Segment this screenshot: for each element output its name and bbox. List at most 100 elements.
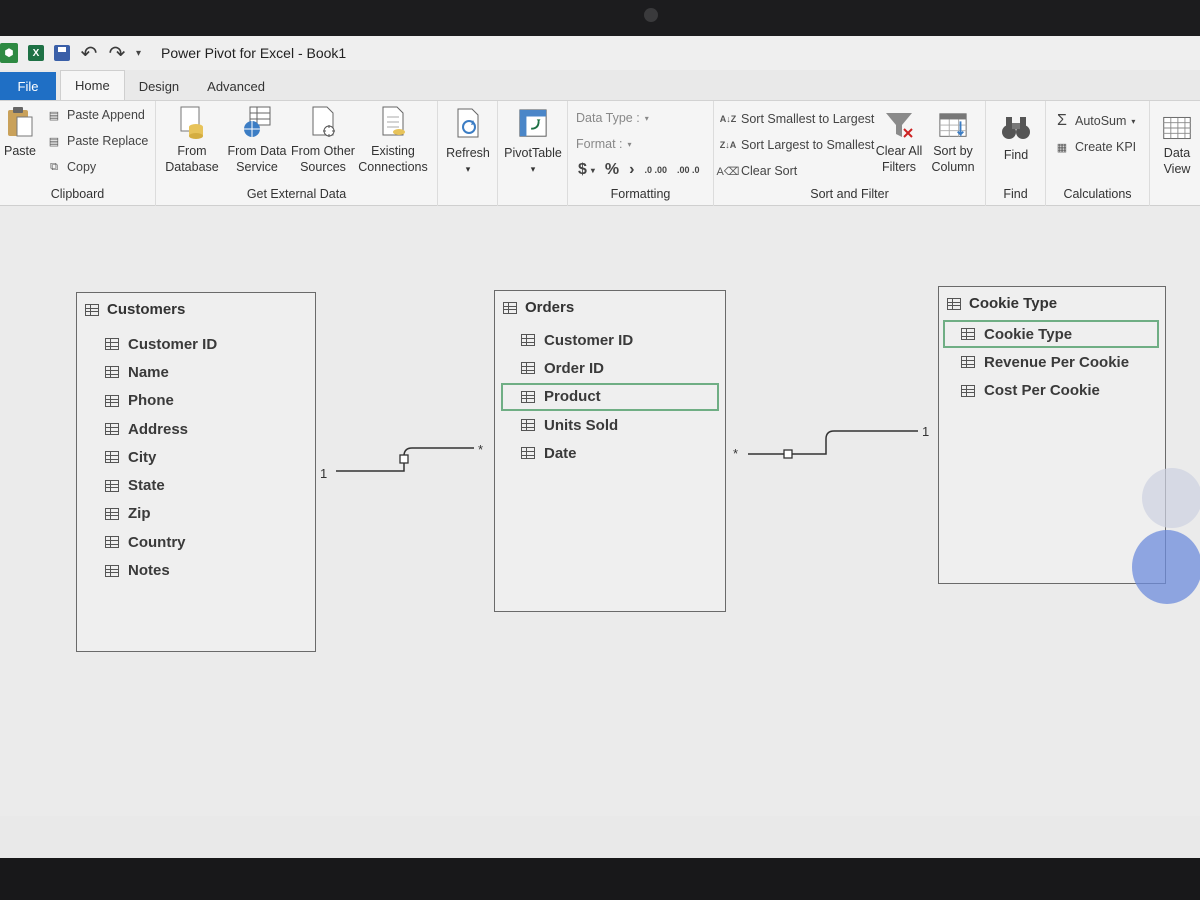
orders-table-title[interactable]: Orders bbox=[495, 291, 725, 316]
field-customer-id[interactable]: Customer ID bbox=[77, 330, 315, 358]
percent-button[interactable]: % bbox=[605, 161, 619, 179]
find-button[interactable]: Find bbox=[990, 113, 1042, 163]
sort-ascending-label: Sort Smallest to Largest bbox=[741, 112, 875, 126]
excel-icon[interactable]: X bbox=[28, 45, 44, 61]
ribbon: Paste ▤ Paste Append ▤ Paste Replace ⧉ C… bbox=[0, 100, 1200, 207]
field-cookie-type[interactable]: Cookie Type bbox=[943, 320, 1159, 349]
copy-icon: ⧉ bbox=[50, 160, 58, 173]
table-icon bbox=[503, 301, 517, 314]
field-label: Revenue Per Cookie bbox=[984, 353, 1130, 371]
refresh-button[interactable]: Refresh ▾ bbox=[442, 107, 494, 177]
clear-sort-button[interactable]: A⌫ Clear Sort bbox=[717, 163, 798, 179]
clear-all-filters-button[interactable]: Clear All Filters bbox=[874, 111, 924, 175]
field-cost-per-cookie[interactable]: Cost Per Cookie bbox=[943, 377, 1159, 405]
field-name[interactable]: Name bbox=[77, 358, 315, 386]
field-zip[interactable]: Zip bbox=[77, 500, 315, 528]
field-notes[interactable]: Notes bbox=[77, 556, 315, 584]
external-data-group-label: Get External Data bbox=[246, 187, 347, 201]
format-label: Format : bbox=[576, 137, 623, 151]
decrease-decimal-button[interactable]: .00 .0 bbox=[677, 165, 700, 175]
create-kpi-button[interactable]: ▦ Create KPI bbox=[1054, 139, 1136, 155]
diagram-view[interactable]: 1 * * 1 Customers Customer ID Name Phone… bbox=[0, 206, 1200, 816]
sort-by-column-button[interactable]: Sort by Column bbox=[926, 111, 980, 175]
from-data-service-button[interactable]: From Data Service bbox=[224, 105, 290, 175]
cookie-type-table-title[interactable]: Cookie Type bbox=[939, 287, 1165, 312]
sort-descending-button[interactable]: Z↓A Sort Largest to Smallest bbox=[720, 137, 875, 153]
field-label: Name bbox=[128, 363, 169, 381]
customize-qat-icon[interactable]: ▾ bbox=[136, 48, 141, 59]
autosum-button[interactable]: Σ AutoSum ▾ bbox=[1054, 112, 1135, 129]
tab-home[interactable]: Home bbox=[60, 70, 125, 100]
paste-append-label: Paste Append bbox=[67, 108, 145, 122]
data-type-chevron-down-icon: ▾ bbox=[644, 113, 649, 123]
binoculars-icon bbox=[1001, 113, 1031, 143]
paste-button[interactable]: Paste bbox=[2, 105, 38, 159]
column-icon bbox=[105, 564, 119, 577]
redo-icon[interactable]: ↷ bbox=[108, 43, 126, 65]
comma-style-button[interactable]: › bbox=[629, 161, 634, 179]
cookie-type-table[interactable]: Cookie Type Cookie Type Revenue Per Cook… bbox=[938, 286, 1166, 584]
data-type-dropdown[interactable]: Data Type : ▾ bbox=[576, 111, 649, 125]
clear-filter-icon bbox=[884, 111, 914, 141]
currency-chevron-down-icon[interactable]: ▾ bbox=[591, 166, 595, 175]
database-icon bbox=[177, 105, 207, 139]
find-label: Find bbox=[1003, 148, 1029, 162]
column-icon bbox=[105, 338, 119, 351]
paste-replace-icon: ▤ bbox=[48, 135, 60, 148]
sigma-icon: Σ bbox=[1057, 112, 1067, 129]
save-icon[interactable] bbox=[54, 45, 70, 61]
field-state[interactable]: State bbox=[77, 471, 315, 499]
column-icon bbox=[961, 384, 975, 397]
view-group: Data View bbox=[1150, 101, 1200, 207]
currency-button[interactable]: $ bbox=[578, 161, 587, 179]
field-date[interactable]: Date bbox=[501, 439, 719, 467]
power-pivot-icon: ⬢ bbox=[0, 43, 18, 63]
copy-button[interactable]: ⧉ Copy bbox=[46, 159, 96, 175]
sort-by-column-label: Sort by Column bbox=[931, 144, 975, 174]
pivottable-label: PivotTable bbox=[504, 146, 562, 160]
autosum-chevron-down-icon[interactable]: ▾ bbox=[1131, 117, 1135, 126]
title-bar: ⬢ X ↶ ↷ ▾ Power Pivot for Excel - Book1 bbox=[0, 36, 1200, 70]
tab-file[interactable]: File bbox=[0, 72, 56, 100]
tab-design[interactable]: Design bbox=[125, 72, 193, 100]
sort-descending-label: Sort Largest to Smallest bbox=[741, 138, 875, 152]
field-country[interactable]: Country bbox=[77, 528, 315, 556]
field-label: Customer ID bbox=[128, 335, 218, 353]
field-phone[interactable]: Phone bbox=[77, 387, 315, 415]
field-customer-id[interactable]: Customer ID bbox=[501, 326, 719, 354]
field-order-id[interactable]: Order ID bbox=[501, 354, 719, 382]
from-database-button[interactable]: From Database bbox=[160, 105, 224, 175]
data-view-button[interactable]: Data View bbox=[1154, 113, 1200, 177]
existing-connections-button[interactable]: Existing Connections bbox=[356, 105, 430, 175]
relationship-many-label: * bbox=[478, 442, 484, 457]
from-other-sources-label: From Other Sources bbox=[291, 144, 355, 174]
field-label: Phone bbox=[128, 392, 174, 410]
paste-append-button[interactable]: ▤ Paste Append bbox=[46, 107, 145, 123]
field-address[interactable]: Address bbox=[77, 415, 315, 443]
pointer-cursor-icon bbox=[1132, 530, 1200, 604]
cookie-type-field-list: Cookie Type Revenue Per Cookie Cost Per … bbox=[939, 320, 1165, 405]
orders-table[interactable]: Orders Customer ID Order ID Product Unit… bbox=[494, 290, 726, 612]
relationship-one-label: 1 bbox=[922, 424, 930, 439]
format-dropdown[interactable]: Format : ▾ bbox=[576, 137, 632, 151]
paste-replace-button[interactable]: ▤ Paste Replace bbox=[46, 133, 149, 149]
field-city[interactable]: City bbox=[77, 443, 315, 471]
field-label: Country bbox=[128, 533, 186, 551]
customers-table-title[interactable]: Customers bbox=[77, 293, 315, 318]
table-icon bbox=[85, 303, 99, 316]
field-product[interactable]: Product bbox=[501, 382, 719, 411]
relationship-line-orders-cookie bbox=[748, 430, 918, 455]
customers-table[interactable]: Customers Customer ID Name Phone Address… bbox=[76, 292, 316, 652]
field-units-sold[interactable]: Units Sold bbox=[501, 411, 719, 439]
refresh-icon bbox=[453, 107, 483, 141]
sort-ascending-button[interactable]: A↓Z Sort Smallest to Largest bbox=[720, 111, 875, 127]
pivottable-button[interactable]: PivotTable ▾ bbox=[500, 107, 566, 177]
from-other-sources-button[interactable]: From Other Sources bbox=[290, 105, 356, 175]
increase-decimal-button[interactable]: .0 .00 bbox=[644, 165, 667, 175]
field-revenue-per-cookie[interactable]: Revenue Per Cookie bbox=[943, 348, 1159, 376]
undo-icon[interactable]: ↶ bbox=[80, 43, 98, 65]
copy-label: Copy bbox=[67, 160, 97, 174]
tab-advanced[interactable]: Advanced bbox=[193, 72, 279, 100]
pivottable-group: PivotTable ▾ bbox=[498, 101, 568, 207]
column-icon bbox=[521, 334, 535, 347]
